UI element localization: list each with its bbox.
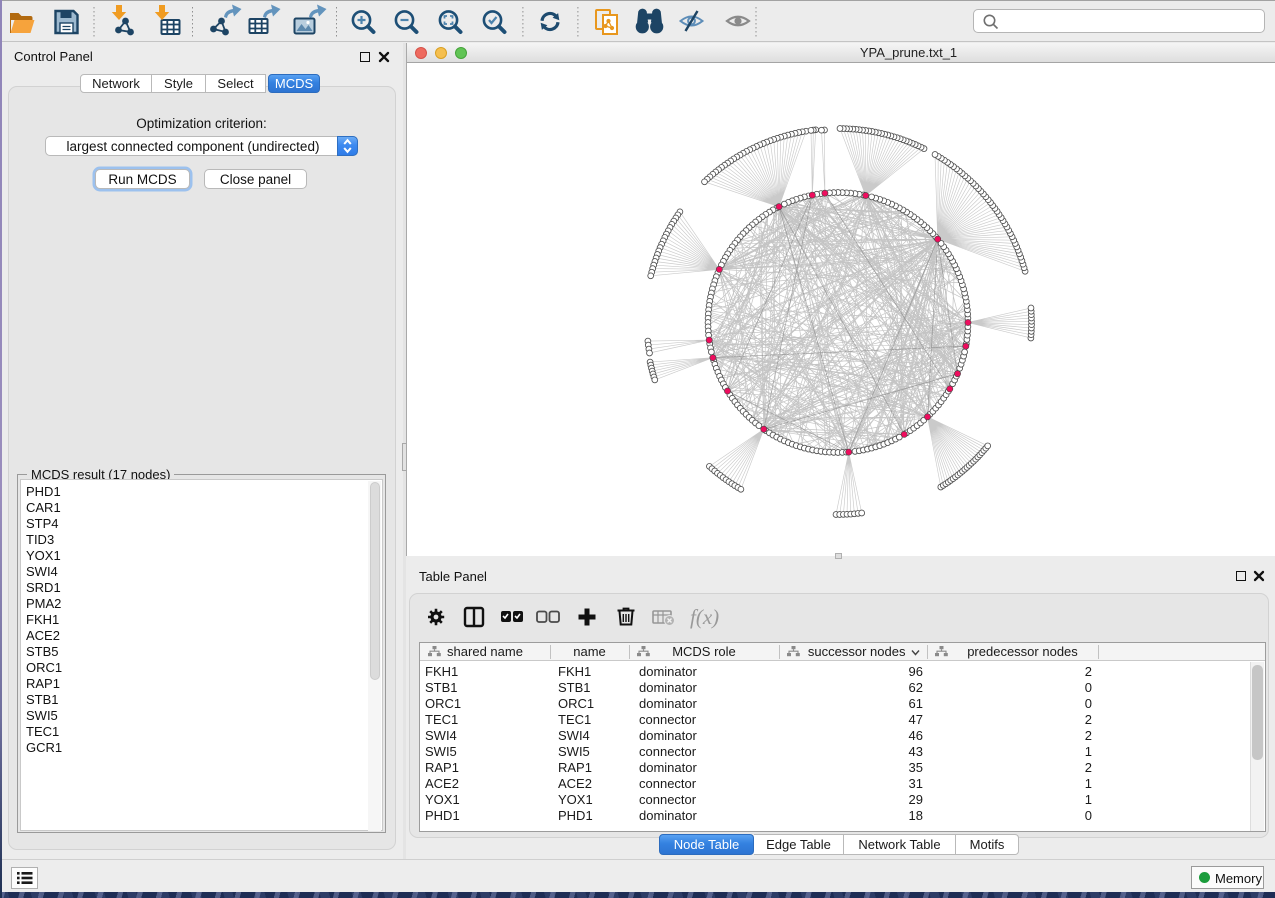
svg-text:f(x): f(x) bbox=[690, 605, 719, 629]
